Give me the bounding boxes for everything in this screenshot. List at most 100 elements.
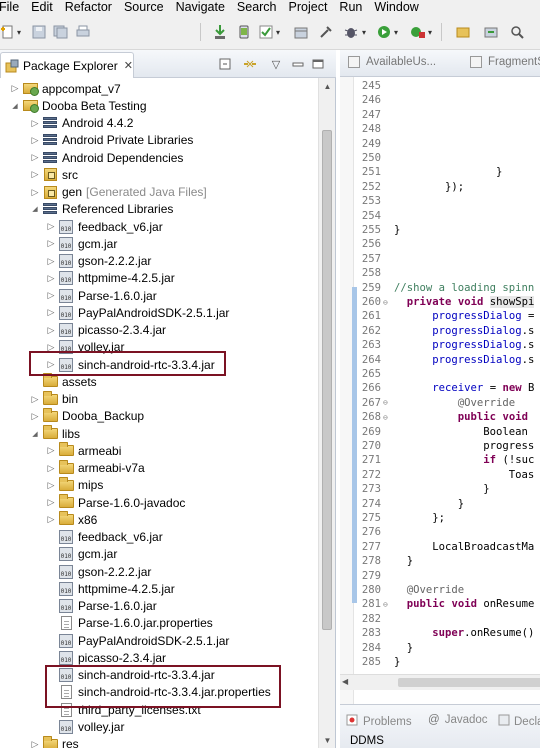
tree-item[interactable]: 010 Parse-1.6.0.jar bbox=[0, 598, 318, 615]
code-line[interactable]: 254 bbox=[355, 209, 394, 223]
code-line[interactable]: 280 @Override bbox=[355, 583, 464, 597]
tool-icon[interactable] bbox=[318, 24, 334, 40]
view-menu-icon[interactable]: ▽ bbox=[268, 57, 284, 71]
code-line[interactable]: 263 progressDialog.s bbox=[355, 338, 534, 352]
expand-arrow-icon[interactable]: ▷ bbox=[30, 169, 40, 180]
code-line[interactable]: 271 if (!suc bbox=[355, 453, 534, 467]
code-line[interactable]: 264 progressDialog.s bbox=[355, 353, 534, 367]
tab-problems[interactable]: Problems bbox=[346, 714, 412, 729]
scroll-left-icon[interactable]: ◀ bbox=[342, 677, 348, 686]
code-line[interactable]: 282 bbox=[355, 612, 394, 626]
tree-item[interactable]: 010 gcm.jar bbox=[0, 546, 318, 563]
code-line[interactable]: 261 progressDialog = bbox=[355, 309, 534, 323]
close-icon[interactable]: ✕ bbox=[124, 59, 133, 72]
tree-item[interactable]: ▷ armeabi bbox=[0, 442, 318, 459]
menu-navigate[interactable]: Navigate bbox=[176, 0, 231, 14]
tree-item[interactable]: ▷ 010 Parse-1.6.0.jar bbox=[0, 287, 318, 304]
maximize-icon[interactable] bbox=[310, 57, 326, 71]
tree-item[interactable]: 010 feedback_v6.jar bbox=[0, 529, 318, 546]
tree-item[interactable]: ◢ libs bbox=[0, 425, 318, 442]
code-line[interactable]: 249 bbox=[355, 137, 394, 151]
tab-availableus[interactable]: AvailableUs... bbox=[348, 56, 436, 68]
scroll-thumb[interactable] bbox=[322, 130, 332, 630]
expand-arrow-icon[interactable]: ▷ bbox=[30, 118, 40, 129]
code-line[interactable]: 256 bbox=[355, 237, 394, 251]
code-line[interactable]: 276 bbox=[355, 525, 394, 539]
code-line[interactable]: 267 ⊖ @Override bbox=[355, 396, 515, 410]
tree-item[interactable]: ▷ mips bbox=[0, 476, 318, 494]
tree-item[interactable]: 010 volley.jar bbox=[0, 718, 318, 735]
tree-item[interactable]: 010 PayPalAndroidSDK-2.5.1.jar bbox=[0, 632, 318, 649]
tree-item[interactable]: 010 gson-2.2.2.jar bbox=[0, 563, 318, 580]
lint-icon[interactable] bbox=[258, 24, 274, 40]
expand-arrow-icon[interactable]: ▷ bbox=[30, 187, 40, 198]
code-line[interactable]: 265 bbox=[355, 367, 394, 381]
menu-edit[interactable]: Edit bbox=[31, 0, 59, 14]
expand-arrow-icon[interactable]: ▷ bbox=[30, 135, 40, 146]
avd-manager-icon[interactable] bbox=[236, 24, 252, 40]
print-icon[interactable] bbox=[75, 24, 91, 40]
chevron-down-icon[interactable]: ▾ bbox=[394, 28, 398, 37]
code-line[interactable]: 262 progressDialog.s bbox=[355, 324, 534, 338]
code-line[interactable]: 250 bbox=[355, 151, 394, 165]
tree-item[interactable]: ▷ armeabi-v7a bbox=[0, 459, 318, 477]
code-line[interactable]: 279 bbox=[355, 569, 394, 583]
run-icon[interactable] bbox=[376, 24, 392, 40]
code-line[interactable]: 269 Boolean bbox=[355, 425, 528, 439]
menu-search[interactable]: Search bbox=[237, 0, 283, 14]
expand-arrow-icon[interactable]: ▷ bbox=[30, 152, 40, 163]
menu-run[interactable]: Run bbox=[339, 0, 368, 14]
code-line[interactable]: 247 bbox=[355, 108, 394, 122]
code-line[interactable]: 270 progress bbox=[355, 439, 534, 453]
tree-item[interactable]: ▷ Parse-1.6.0-javadoc bbox=[0, 494, 318, 511]
tab-declaration[interactable]: Decla bbox=[498, 714, 540, 729]
tree-item[interactable]: ▷ res bbox=[0, 735, 318, 748]
fold-icon[interactable]: ⊖ bbox=[383, 298, 394, 307]
chevron-down-icon[interactable]: ▾ bbox=[276, 28, 280, 37]
chevron-down-icon[interactable]: ▾ bbox=[17, 28, 21, 37]
tree-item[interactable]: Parse-1.6.0.jar.properties bbox=[0, 615, 318, 632]
tree-item[interactable]: ▷ Android Dependencies bbox=[0, 149, 318, 166]
code-line[interactable]: 255} bbox=[355, 223, 401, 237]
tree-item[interactable]: ◢ Referenced Libraries bbox=[0, 201, 318, 218]
collapse-arrow-icon[interactable]: ◢ bbox=[30, 430, 40, 438]
code-line[interactable]: 252 }); bbox=[355, 180, 464, 194]
code-line[interactable]: 274 } bbox=[355, 497, 464, 511]
tree-item[interactable]: ▷ src bbox=[0, 166, 318, 183]
code-line[interactable]: 258 bbox=[355, 266, 394, 280]
horizontal-scrollbar[interactable]: ◀ bbox=[340, 674, 540, 690]
scroll-up-icon[interactable]: ▲ bbox=[319, 78, 336, 94]
collapse-all-icon[interactable] bbox=[218, 57, 234, 71]
code-line[interactable]: 285} bbox=[355, 655, 401, 669]
expand-arrow-icon[interactable]: ▷ bbox=[46, 514, 56, 525]
expand-arrow-icon[interactable]: ▷ bbox=[10, 83, 20, 94]
expand-arrow-icon[interactable]: ▷ bbox=[30, 739, 40, 748]
menu-source[interactable]: Source bbox=[124, 0, 170, 14]
fold-icon[interactable]: ⊖ bbox=[383, 398, 394, 407]
expand-arrow-icon[interactable]: ▷ bbox=[30, 394, 40, 405]
code-line[interactable]: 260 ⊖ private void showSpi bbox=[355, 295, 535, 309]
new-package-icon[interactable] bbox=[293, 24, 309, 40]
expand-arrow-icon[interactable]: ▷ bbox=[30, 411, 40, 422]
code-line[interactable]: 278 } bbox=[355, 554, 413, 568]
menu-project[interactable]: Project bbox=[289, 0, 334, 14]
menu-window[interactable]: Window bbox=[374, 0, 424, 14]
open-type-icon[interactable] bbox=[483, 24, 499, 40]
tree-item[interactable]: 010 httpmime-4.2.5.jar bbox=[0, 580, 318, 597]
sdk-manager-icon[interactable] bbox=[212, 24, 228, 40]
external-tools-icon[interactable] bbox=[410, 24, 426, 40]
ddms-label[interactable]: DDMS bbox=[350, 735, 384, 747]
fold-icon[interactable]: ⊖ bbox=[383, 413, 394, 422]
code-line[interactable]: 268 ⊖ public void bbox=[355, 410, 528, 424]
tree-item[interactable]: ▷ gen [Generated Java Files] bbox=[0, 184, 318, 201]
tree-item[interactable]: 010 picasso-2.3.4.jar bbox=[0, 649, 318, 666]
debug-icon[interactable] bbox=[343, 24, 359, 40]
tree-item[interactable]: ▷ Android 4.4.2 bbox=[0, 115, 318, 132]
chevron-down-icon[interactable]: ▾ bbox=[362, 28, 366, 37]
new-icon[interactable] bbox=[0, 24, 16, 40]
tree-item[interactable]: ▷ Android Private Libraries bbox=[0, 132, 318, 149]
tab-package-explorer[interactable]: Package Explorer ✕ bbox=[0, 52, 134, 78]
code-line[interactable]: 272 Toas bbox=[355, 468, 534, 482]
scroll-down-icon[interactable]: ▼ bbox=[319, 732, 336, 748]
expand-arrow-icon[interactable]: ▷ bbox=[46, 497, 56, 508]
